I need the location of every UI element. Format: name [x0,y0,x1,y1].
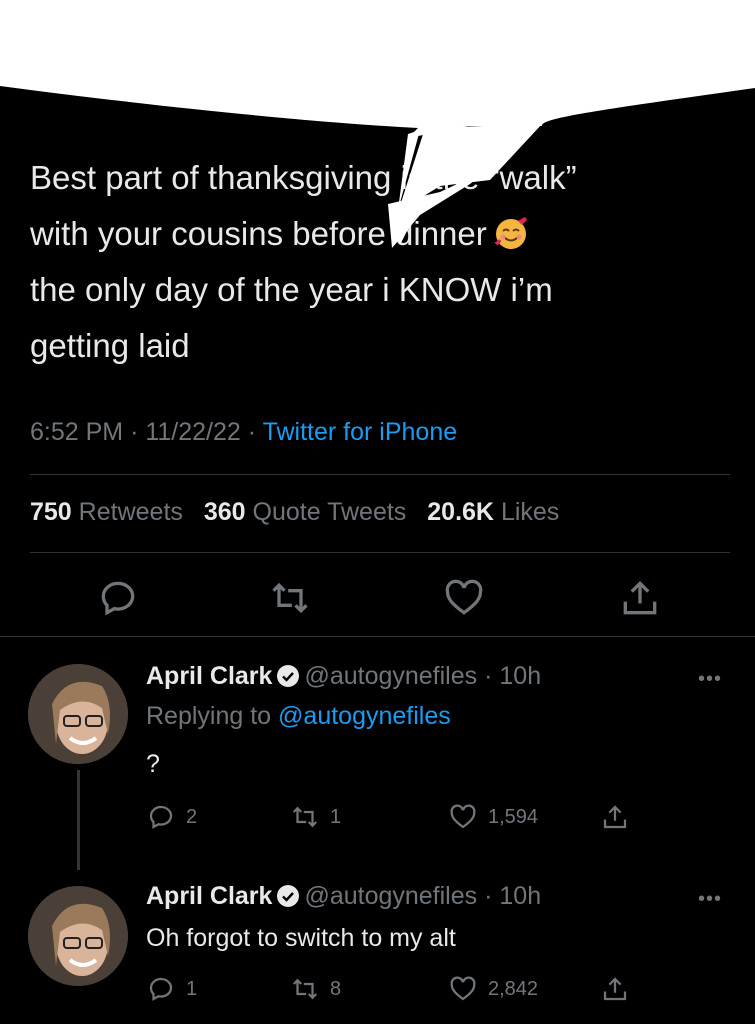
share-icon[interactable] [600,802,630,832]
meta-separator: · [484,882,493,910]
retweet-count: 8 [330,977,342,1000]
reply-time: 10h [499,662,542,690]
author-name[interactable]: April Clark [146,882,272,910]
retweet-action[interactable]: 8 [290,974,341,1004]
tweet-stats: 750 Retweets 360 Quote Tweets 20.6K Like… [30,498,573,527]
tweet-date: 11/22/22 [145,418,241,446]
share-icon[interactable] [618,576,662,620]
tweet-metadata: 6:52 PM · 11/22/22 · Twitter for iPhone [30,418,457,447]
retweet-icon [292,978,318,1000]
reply-count: 1 [186,977,198,1000]
retweet-action[interactable]: 1 [290,802,341,832]
avatar[interactable] [28,664,128,764]
quote-tweets-stat[interactable]: 360 Quote Tweets [204,498,406,526]
tweet-source-link[interactable]: Twitter for iPhone [263,418,458,446]
like-icon [450,976,476,1001]
like-count: 2,842 [488,977,539,1000]
reply-action[interactable]: 1 [146,974,197,1004]
like-action[interactable]: 2,842 [448,974,538,1004]
reply-icon[interactable] [96,576,140,620]
likes-stat[interactable]: 20.6K Likes [427,498,559,526]
reply-action[interactable]: 2 [146,802,197,832]
reply-header: April Clark @autogynefiles · 10h [146,882,541,911]
meta-separator: · [130,418,139,446]
like-icon [450,804,476,829]
reply-icon [149,977,173,1001]
retweet-icon [292,806,318,828]
meta-separator: · [484,662,493,690]
author-name[interactable]: April Clark [146,662,272,690]
avatar-photo [28,886,128,986]
retweet-icon[interactable] [268,576,312,620]
divider [0,636,755,637]
replying-to-handle[interactable]: @autogynefiles [278,702,451,730]
reply-text: ? [146,750,160,778]
verified-badge-icon [277,665,300,687]
reply-text: Oh forgot to switch to my alt [146,924,456,952]
like-icon[interactable] [442,576,486,620]
tweet-time: 6:52 PM [30,418,124,446]
author-handle[interactable]: @autogynefiles [304,662,477,690]
retweet-count: 1 [330,805,342,828]
speech-bubble-overlay [0,0,755,248]
author-handle[interactable]: @autogynefiles [304,882,477,910]
like-action[interactable]: 1,594 [448,802,538,832]
verified-badge-icon [277,885,300,907]
meta-separator: · [247,418,257,446]
more-options-icon[interactable]: ••• [698,888,722,911]
like-count: 1,594 [488,805,539,828]
reply-header: April Clark @autogynefiles · 10h [146,662,541,691]
reply-count: 2 [186,805,198,828]
divider [30,474,730,475]
divider [30,552,730,553]
retweets-stat[interactable]: 750 Retweets [30,498,183,526]
more-options-icon[interactable]: ••• [698,668,722,691]
avatar-photo [28,664,128,764]
reply-icon [149,805,173,829]
replying-to: Replying to @autogynefiles [146,702,451,730]
tweet-line-4: getting laid [30,327,190,364]
reply-time: 10h [499,882,542,910]
thread-line [77,770,80,870]
avatar[interactable] [28,886,128,986]
share-icon[interactable] [600,974,630,1004]
